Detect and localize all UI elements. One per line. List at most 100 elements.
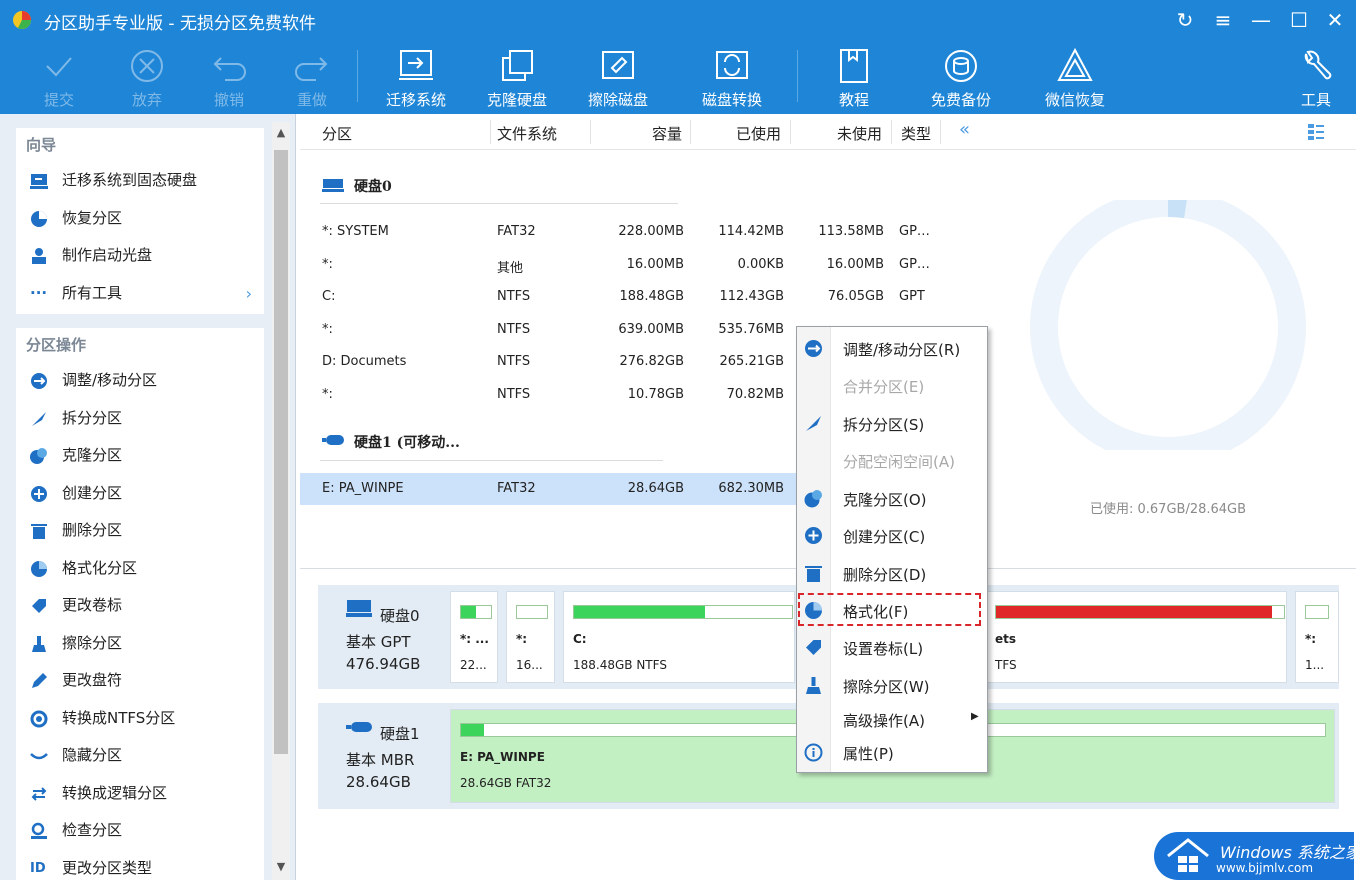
sidebar-item-resize[interactable]: 调整/移动分区 bbox=[16, 362, 264, 400]
redo-button[interactable]: 重做 bbox=[262, 46, 362, 110]
scroll-down-icon[interactable]: ▼ bbox=[272, 860, 290, 873]
context-menu-item[interactable]: 拆分分区(S) bbox=[797, 406, 987, 440]
partition-block[interactable]: *: ... 22... bbox=[450, 591, 498, 683]
col-type[interactable]: 类型 bbox=[901, 123, 931, 144]
cell-fs: 其他 bbox=[497, 260, 524, 276]
used-summary: 已使用: 0.67GB/28.64GB bbox=[1090, 502, 1247, 517]
sidebar-item-change-letter[interactable]: 更改盘符 bbox=[16, 662, 264, 700]
wizard-title: 向导 bbox=[26, 136, 57, 154]
migrate-os-button[interactable]: 迁移系统 bbox=[366, 46, 466, 110]
table-row[interactable]: C: NTFS 188.48GB 112.43GB 76.05GB GPT bbox=[300, 281, 980, 313]
context-menu-label: 删除分区(D) bbox=[843, 566, 927, 584]
partition-info: 1... bbox=[1305, 658, 1325, 672]
sidebar-item-migrate-ssd[interactable]: 迁移系统到固态硬盘 bbox=[16, 162, 264, 200]
clone-disk-button[interactable]: 克隆硬盘 bbox=[467, 46, 567, 110]
scrollbar-thumb[interactable] bbox=[274, 150, 288, 754]
disk1-header[interactable]: 硬盘1 (可移动... bbox=[354, 432, 460, 452]
context-menu-item[interactable]: 调整/移动分区(R) bbox=[797, 331, 987, 365]
usage-donut-chart bbox=[1028, 189, 1308, 465]
create-icon bbox=[805, 527, 822, 544]
convert-disk-icon bbox=[716, 51, 748, 79]
usb-disk-icon bbox=[346, 722, 372, 732]
context-menu-item[interactable]: 创建分区(C) bbox=[797, 518, 987, 552]
sidebar-item-boot-disk[interactable]: 制作启动光盘 bbox=[16, 237, 264, 275]
toolbar: 提交 放弃 撤销 重做 迁移系统 克隆硬盘 擦除磁盘 磁盘转换 教程 免费备份 … bbox=[0, 40, 1356, 114]
menu-icon[interactable]: ≡ bbox=[1208, 6, 1238, 34]
sidebar-item-delete[interactable]: 删除分区 bbox=[16, 512, 264, 550]
label-icon bbox=[806, 640, 821, 655]
context-menu-label: 属性(P) bbox=[843, 745, 894, 763]
close-button[interactable]: ✕ bbox=[1320, 6, 1350, 34]
partition-block[interactable]: ets TFS bbox=[985, 591, 1287, 683]
info-icon bbox=[804, 743, 823, 762]
maximize-button[interactable]: ☐ bbox=[1284, 6, 1314, 34]
partition-block[interactable]: *: 16... bbox=[506, 591, 555, 683]
tutorial-button[interactable]: 教程 bbox=[804, 46, 904, 110]
window-title: 分区助手专业版 - 无损分区免费软件 bbox=[44, 14, 316, 34]
usage-bar-fill bbox=[996, 606, 1272, 618]
tools-button[interactable]: 工具 bbox=[1266, 46, 1356, 110]
commit-button[interactable]: 提交 bbox=[9, 46, 109, 110]
split-icon bbox=[806, 416, 821, 431]
table-header: 分区 文件系统 容量 已使用 未使用 类型 « bbox=[300, 114, 1356, 150]
sidebar-item-create[interactable]: 创建分区 bbox=[16, 475, 264, 513]
collapse-icon[interactable]: « bbox=[959, 119, 970, 140]
partition-block[interactable]: *: 1... bbox=[1295, 591, 1339, 683]
sidebar-item-convert-ntfs[interactable]: 转换成NTFS分区 bbox=[16, 700, 264, 738]
view-layout-icon[interactable] bbox=[1307, 123, 1325, 141]
context-menu-item[interactable]: 属性(P) bbox=[797, 735, 987, 769]
context-menu-label: 调整/移动分区(R) bbox=[843, 341, 961, 359]
book-icon bbox=[840, 49, 868, 83]
sidebar-item-clone[interactable]: 克隆分区 bbox=[16, 437, 264, 475]
context-menu-label: 合并分区(E) bbox=[843, 378, 925, 396]
cell-used: 70.82MB bbox=[726, 386, 784, 402]
partition-info: 16... bbox=[516, 658, 543, 672]
donut-free-ring bbox=[1030, 189, 1306, 465]
scroll-up-icon[interactable]: ▲ bbox=[272, 126, 290, 139]
col-capacity[interactable]: 容量 bbox=[652, 123, 682, 144]
left-panel: 向导 迁移系统到固态硬盘 恢复分区 制作启动光盘 ··· 所有工具 › 分区操作… bbox=[0, 114, 296, 880]
context-menu-item[interactable]: 高级操作(A) ▶ bbox=[797, 702, 987, 736]
format-icon bbox=[31, 560, 47, 577]
sidebar-scrollbar[interactable]: ▲ ▼ bbox=[272, 122, 290, 880]
col-partition[interactable]: 分区 bbox=[322, 123, 352, 144]
sidebar-item-to-logical[interactable]: 转换成逻辑分区 bbox=[16, 775, 264, 813]
sidebar-item-hide[interactable]: 隐藏分区 bbox=[16, 737, 264, 775]
col-unused[interactable]: 未使用 bbox=[837, 123, 882, 144]
partition-info: TFS bbox=[995, 658, 1017, 672]
context-menu-item[interactable]: 删除分区(D) bbox=[797, 556, 987, 590]
sidebar-item-change-type[interactable]: ID 更改分区类型 bbox=[16, 850, 264, 880]
cell-fs: FAT32 bbox=[497, 481, 536, 496]
convert-disk-button[interactable]: 磁盘转换 bbox=[682, 46, 782, 110]
sidebar-item-check[interactable]: 检查分区 bbox=[16, 812, 264, 850]
cell-cap: 10.78GB bbox=[627, 386, 684, 402]
cancel-icon bbox=[131, 50, 163, 82]
table-row[interactable]: *: 其他 16.00MB 0.00KB 16.00MB GP… bbox=[300, 249, 980, 281]
sidebar-item-all-tools[interactable]: ··· 所有工具 › bbox=[16, 275, 264, 313]
clone-disk-icon bbox=[502, 50, 533, 81]
minimize-button[interactable]: — bbox=[1246, 6, 1276, 34]
partition-info: 22... bbox=[460, 658, 487, 672]
free-backup-button[interactable]: 免费备份 bbox=[911, 46, 1011, 110]
sidebar-item-format[interactable]: 格式化分区 bbox=[16, 550, 264, 588]
sidebar-item-split[interactable]: 拆分分区 bbox=[16, 400, 264, 438]
wipe-disk-button[interactable]: 擦除磁盘 bbox=[568, 46, 668, 110]
context-menu-item[interactable]: 克隆分区(O) bbox=[797, 481, 987, 515]
partition-label: *: bbox=[1305, 632, 1317, 646]
partition-block[interactable]: C: 188.48GB NTFS bbox=[563, 591, 795, 683]
sidebar-item-change-label[interactable]: 更改卷标 bbox=[16, 587, 264, 625]
table-row[interactable]: *: SYSTEM FAT32 228.00MB 114.42MB 113.58MB GP… bbox=[300, 216, 980, 248]
wipe-icon bbox=[32, 635, 46, 652]
cell-cap: 28.64GB bbox=[627, 481, 684, 496]
context-menu-item[interactable]: 设置卷标(L) bbox=[797, 630, 987, 664]
partition-label: ets bbox=[995, 632, 1017, 646]
cell-name: C: bbox=[322, 289, 336, 304]
wechat-recovery-button[interactable]: 微信恢复 bbox=[1025, 46, 1125, 110]
col-used[interactable]: 已使用 bbox=[736, 123, 781, 144]
disk0-header[interactable]: 硬盘0 bbox=[354, 176, 392, 196]
sidebar-item-wipe[interactable]: 擦除分区 bbox=[16, 625, 264, 663]
context-menu-item[interactable]: 擦除分区(W) bbox=[797, 668, 987, 702]
col-filesystem[interactable]: 文件系统 bbox=[497, 123, 557, 144]
sidebar-item-recover-partition[interactable]: 恢复分区 bbox=[16, 200, 264, 238]
refresh-icon[interactable]: ↻ bbox=[1170, 6, 1200, 34]
